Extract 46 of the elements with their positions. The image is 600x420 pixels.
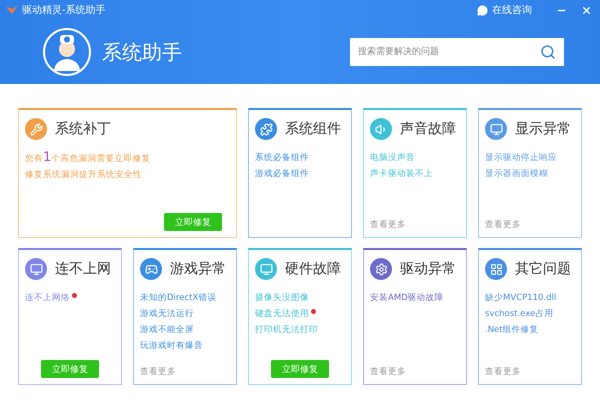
search-icon[interactable]	[540, 44, 556, 60]
issue-link[interactable]: 声卡驱动装不上	[370, 166, 433, 182]
see-more-link[interactable]: 查看更多	[485, 366, 521, 378]
chat-icon[interactable]	[477, 4, 488, 16]
issue-link[interactable]: 您有1个高危漏洞需要立即修复	[25, 150, 150, 167]
see-more-link[interactable]: 查看更多	[370, 366, 406, 378]
issue-link[interactable]: 修复系统漏洞提升系统安全性	[25, 167, 142, 183]
card-title: 硬件故障	[285, 260, 341, 278]
doctor-avatar-icon	[42, 27, 92, 77]
issue-link[interactable]: 游戏不能全屏	[140, 322, 194, 338]
issue-link[interactable]: 连不上网络	[25, 290, 70, 306]
see-more-link[interactable]: 查看更多	[485, 219, 521, 231]
fix-now-button[interactable]: 立即修复	[164, 213, 222, 231]
page-title: 系统助手	[102, 38, 183, 66]
card-title: 系统组件	[285, 120, 341, 138]
issue-link[interactable]: svchost.exe占用	[485, 306, 554, 322]
issue-link[interactable]: 打印机无法打印	[255, 322, 318, 338]
fix-now-button[interactable]: 立即修复	[41, 360, 99, 378]
issue-link[interactable]: 未知的DirectX错误	[140, 290, 216, 306]
see-more-link[interactable]: 查看更多	[370, 219, 406, 231]
search-field[interactable]: 搜索需要解决的问题	[350, 38, 564, 66]
window-title: 驱动精灵-系统助手	[22, 4, 107, 17]
issue-link[interactable]: 显示器画面模糊	[485, 166, 548, 182]
card-title: 声音故障	[400, 120, 456, 138]
card-title: 其它问题	[515, 260, 571, 278]
issue-link[interactable]: 键盘无法使用	[255, 306, 309, 322]
card-title: 系统补丁	[55, 120, 111, 138]
issue-link[interactable]: .Net组件修复	[485, 322, 539, 338]
card-title: 游戏异常	[170, 260, 226, 278]
issue-link[interactable]: 显示驱动停止响应	[485, 150, 557, 166]
card-title: 显示异常	[515, 120, 571, 138]
fix-now-button[interactable]: 立即修复	[271, 360, 329, 378]
see-more-link[interactable]: 查看更多	[140, 366, 176, 378]
issue-link[interactable]: 摄像头没图像	[255, 290, 309, 306]
bird-logo-icon	[6, 5, 18, 15]
issue-link[interactable]: 系统必备组件	[255, 150, 309, 166]
issue-link[interactable]: 玩游戏时有爆音	[140, 338, 203, 354]
issue-link[interactable]: 游戏必备组件	[255, 166, 309, 182]
issue-link[interactable]: 游戏无法运行	[140, 306, 194, 322]
issue-link[interactable]: 安装AMD驱动故障	[370, 290, 444, 306]
issue-link[interactable]: 电脑没声音	[370, 150, 415, 166]
card-title: 驱动异常	[400, 260, 456, 278]
close-icon[interactable]	[581, 4, 592, 16]
issue-link[interactable]: 缺少MVCP110.dll	[485, 290, 556, 306]
consult-link[interactable]: 在线咨询	[492, 3, 532, 17]
card-title: 连不上网	[55, 260, 111, 278]
